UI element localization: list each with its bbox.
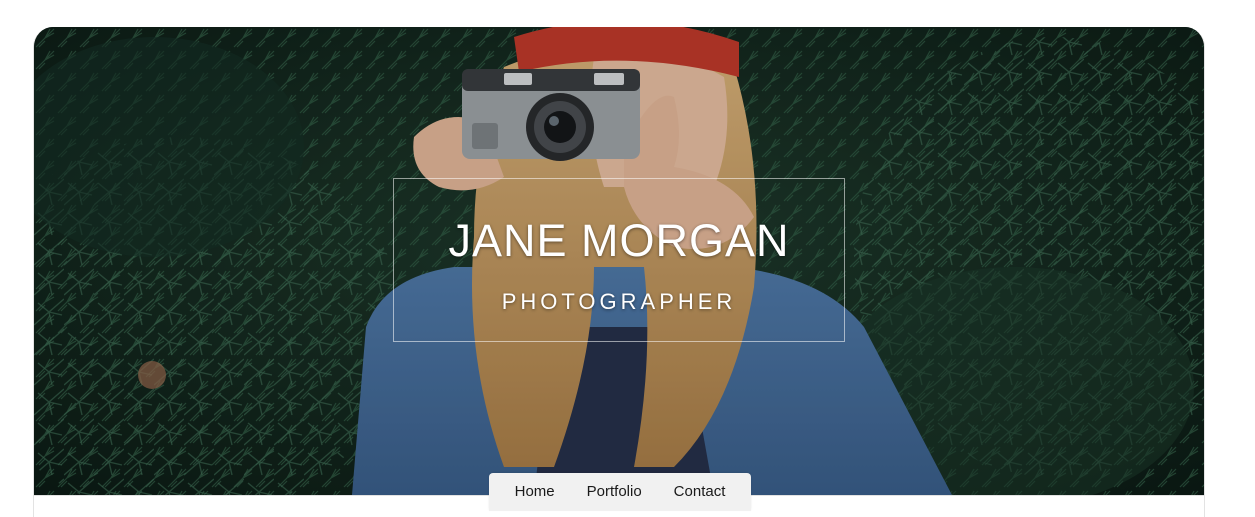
nav-item-contact[interactable]: Contact [658, 473, 742, 511]
page: JANE MORGAN PHOTOGRAPHER Home Portfolio … [0, 0, 1255, 517]
hero-banner: JANE MORGAN PHOTOGRAPHER [34, 27, 1204, 495]
hero-title: JANE MORGAN [448, 215, 790, 266]
nav-item-portfolio[interactable]: Portfolio [571, 473, 658, 511]
site-card: JANE MORGAN PHOTOGRAPHER Home Portfolio … [33, 27, 1205, 517]
hero-subtitle: PHOTOGRAPHER [501, 289, 737, 314]
hero-title-box: JANE MORGAN PHOTOGRAPHER [393, 178, 845, 342]
main-nav: Home Portfolio Contact [489, 473, 751, 511]
nav-item-home[interactable]: Home [499, 473, 571, 511]
